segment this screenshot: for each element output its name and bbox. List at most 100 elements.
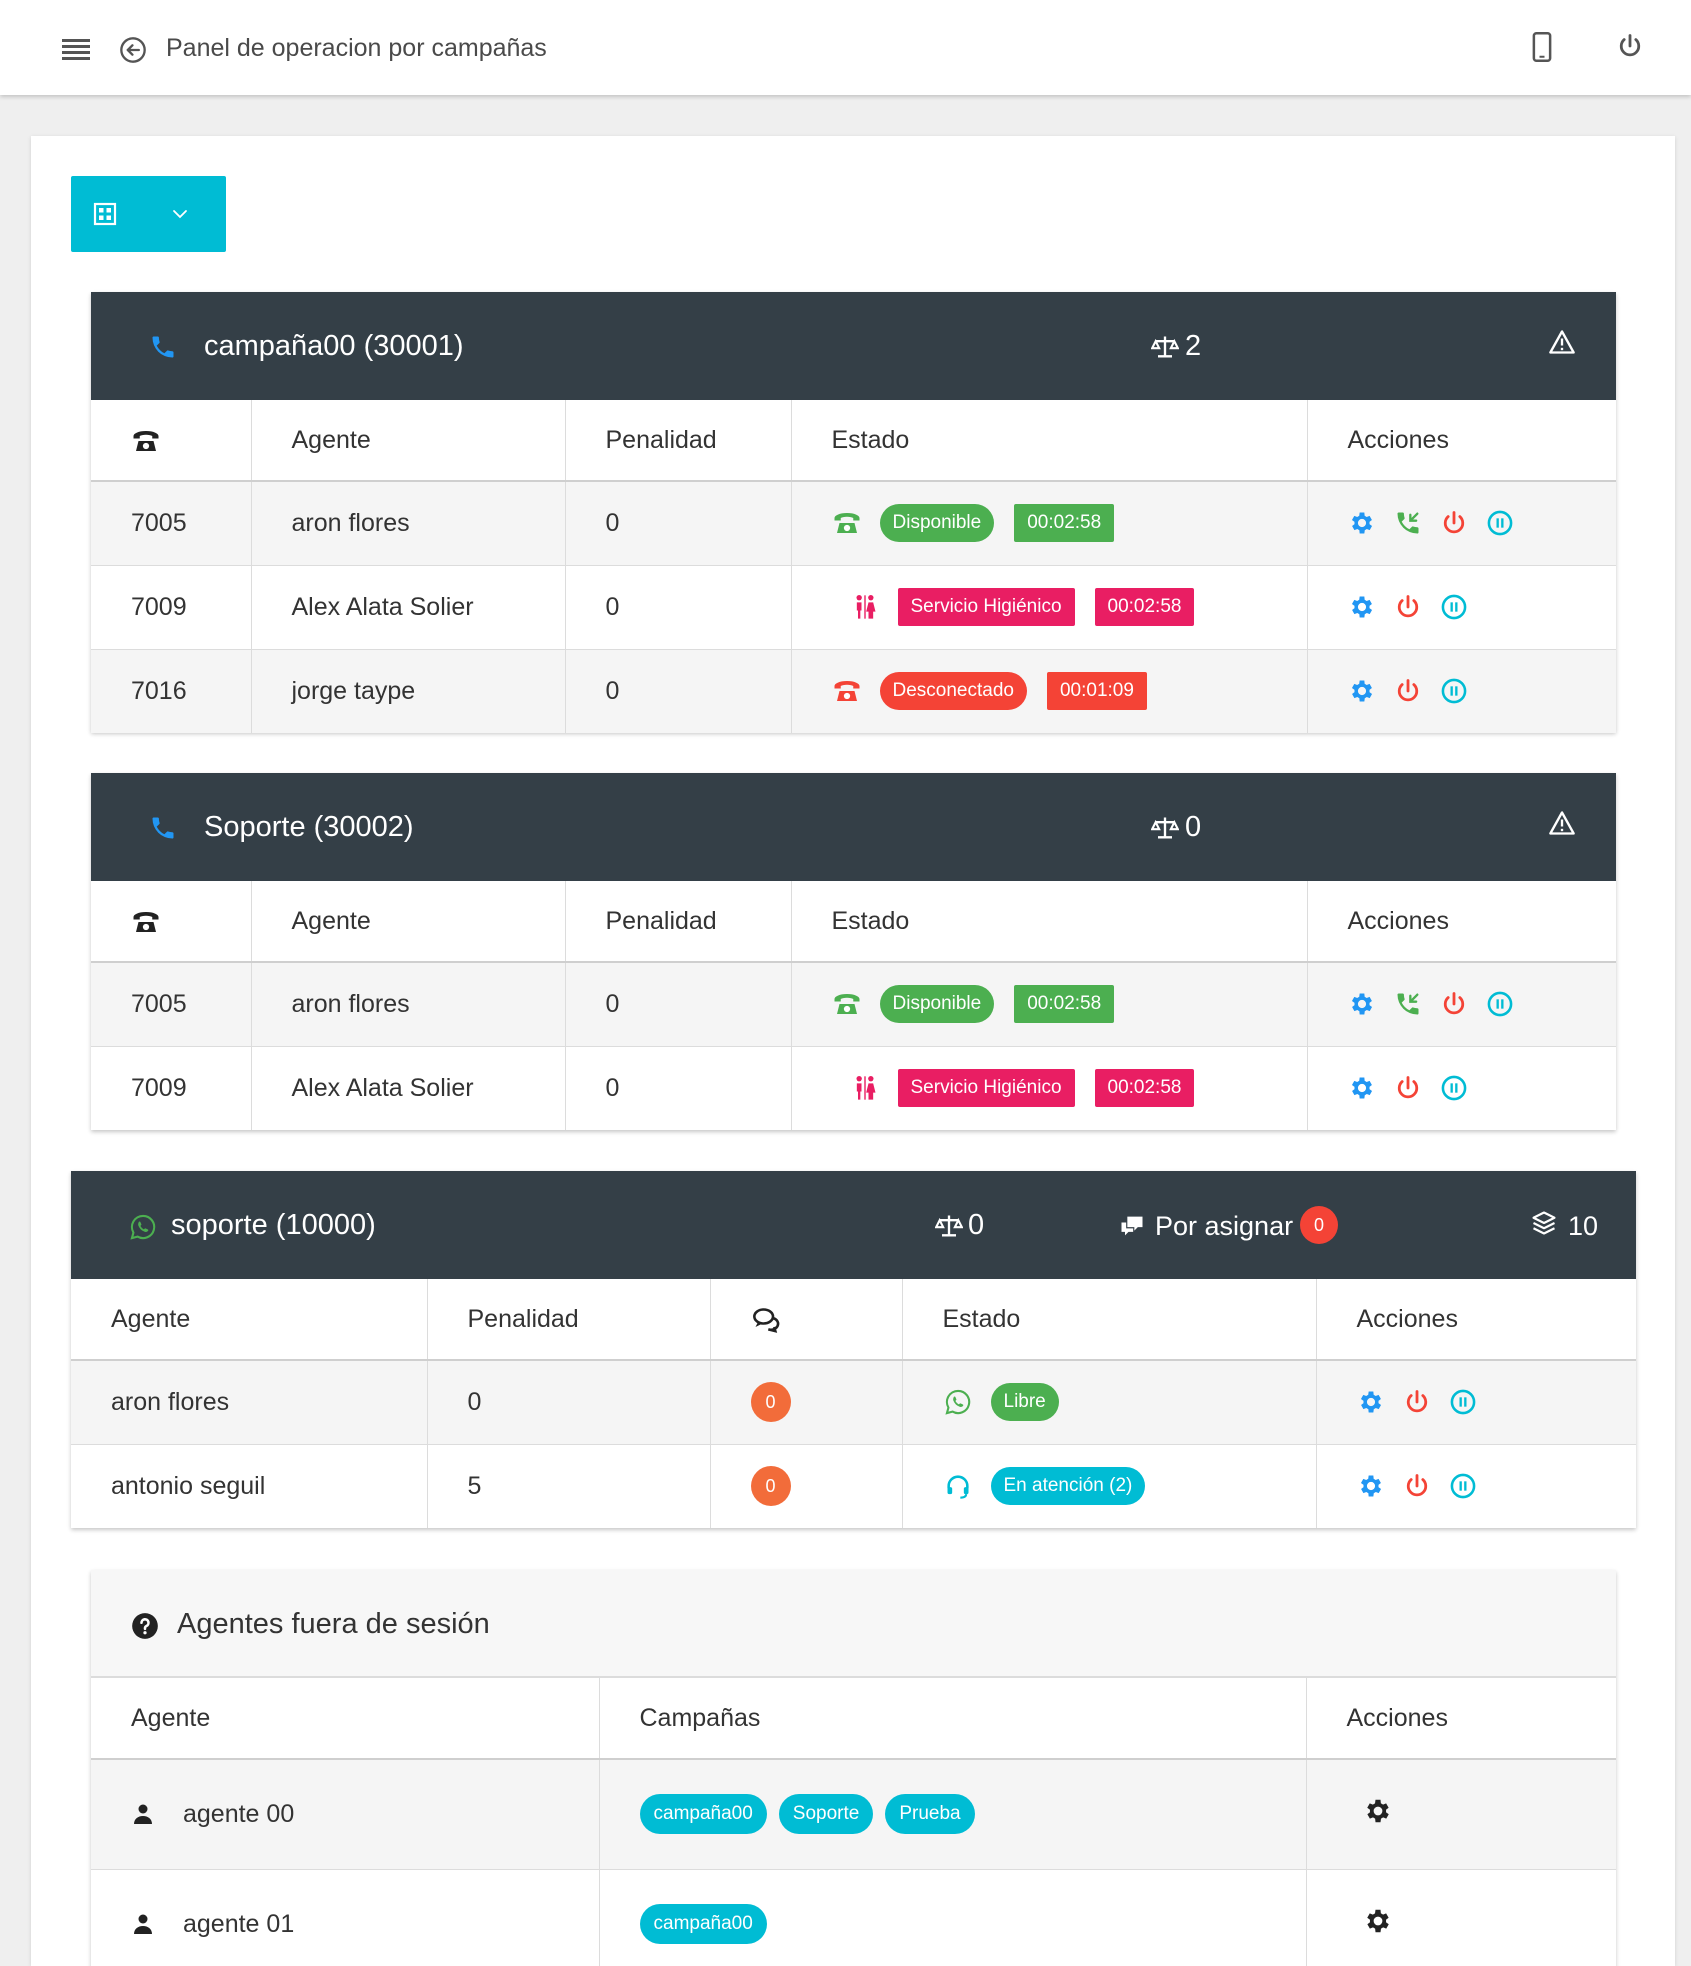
actions-column-header: Acciones xyxy=(1356,1304,1458,1333)
mobile-phone-icon[interactable] xyxy=(1531,32,1553,62)
gear-icon[interactable] xyxy=(1348,509,1376,537)
actions-cell xyxy=(1306,1869,1616,1966)
grid-view-icon xyxy=(93,202,117,226)
restroom-icon xyxy=(850,1074,880,1102)
telephone-icon xyxy=(832,677,862,705)
actions-column-header: Acciones xyxy=(1347,425,1449,454)
penalty-column-header: Penalidad xyxy=(565,881,792,962)
whatsapp-header: soporte (10000) 0 Por asignar 0 10 xyxy=(71,1171,1636,1279)
campaign-tag: campaña00 xyxy=(639,1794,767,1835)
gear-icon[interactable] xyxy=(1348,990,1376,1018)
pause-icon[interactable] xyxy=(1440,677,1468,705)
timer-badge: 00:02:58 xyxy=(1014,504,1115,543)
status-badge: Desconectado xyxy=(879,672,1027,711)
chats-count-badge: 0 xyxy=(750,1382,791,1423)
gear-icon[interactable] xyxy=(1348,1074,1376,1102)
table-row: 7009 Alex Alata Solier 0 Servicio Higién… xyxy=(91,1046,1616,1130)
balance-count: 0 xyxy=(968,1209,985,1241)
power-icon[interactable] xyxy=(1394,677,1422,705)
status-badge: En atención (2) xyxy=(990,1467,1146,1506)
power-icon[interactable] xyxy=(1394,593,1422,621)
actions-cell xyxy=(1307,1046,1616,1130)
actions-cell xyxy=(1316,1360,1636,1444)
actions-cell xyxy=(1307,481,1616,565)
balance-scale-icon xyxy=(1151,333,1179,361)
unassigned-label: Por asignar xyxy=(1155,1211,1294,1241)
chats-cell: 0 xyxy=(710,1444,903,1528)
actions-cell xyxy=(1307,962,1616,1046)
penalty: 0 xyxy=(565,481,792,565)
balance-scale-icon xyxy=(935,1212,963,1240)
gear-icon[interactable] xyxy=(1363,1796,1393,1826)
telephone-icon xyxy=(832,509,862,537)
layers-count: 10 xyxy=(1568,1211,1599,1241)
menu-icon[interactable] xyxy=(62,38,90,60)
power-icon[interactable] xyxy=(1440,509,1468,537)
agent-column-header: Agente xyxy=(91,1678,600,1759)
offline-agents-table: Agente Campañas Acciones agente 00 campa… xyxy=(91,1678,1616,1966)
power-icon[interactable] xyxy=(1403,1388,1431,1416)
gear-icon[interactable] xyxy=(1357,1388,1385,1416)
back-arrow-icon[interactable] xyxy=(119,36,147,64)
campaign-title: Soporte (30002) xyxy=(204,811,414,843)
campaign-tag: campaña00 xyxy=(639,1904,767,1945)
penalty: 5 xyxy=(427,1444,711,1528)
power-icon[interactable] xyxy=(1403,1472,1431,1500)
pause-icon[interactable] xyxy=(1486,509,1514,537)
pause-icon[interactable] xyxy=(1449,1472,1477,1500)
headset-icon xyxy=(943,1472,973,1500)
penalty: 0 xyxy=(565,649,792,733)
campaign-panel: Soporte (30002) 0 Agente Penalidad Estad… xyxy=(91,773,1616,1130)
gear-icon[interactable] xyxy=(1363,1906,1393,1936)
power-icon[interactable] xyxy=(1394,1074,1422,1102)
warning-icon[interactable] xyxy=(1548,809,1576,837)
call-in-icon[interactable] xyxy=(1394,990,1422,1018)
state-cell: Desconectado 00:01:09 xyxy=(791,649,1308,733)
pause-icon[interactable] xyxy=(1449,1388,1477,1416)
extension-column-header xyxy=(91,881,252,962)
pause-icon[interactable] xyxy=(1486,990,1514,1018)
penalty: 0 xyxy=(427,1360,711,1444)
pause-icon[interactable] xyxy=(1440,1074,1468,1102)
agent-name: antonio seguil xyxy=(71,1444,428,1528)
actions-cell xyxy=(1307,565,1616,649)
warning-icon[interactable] xyxy=(1548,328,1576,356)
status-badge: Disponible xyxy=(879,504,995,543)
top-bar: Panel de operacion por campañas xyxy=(0,0,1691,95)
power-icon[interactable] xyxy=(1440,990,1468,1018)
extension: 7005 xyxy=(91,962,252,1046)
extension-column-header xyxy=(91,400,252,481)
penalty-column-header: Penalidad xyxy=(427,1279,711,1360)
agent-name: agente 00 xyxy=(183,1799,295,1828)
agents-table: Agente Penalidad Estado Acciones 7005 ar… xyxy=(91,400,1616,733)
campaign-tag: Soporte xyxy=(778,1794,874,1835)
table-row: 7009 Alex Alata Solier 0 Servicio Higién… xyxy=(91,565,1616,649)
gear-icon[interactable] xyxy=(1348,677,1376,705)
state-column-header: Estado xyxy=(902,1279,1317,1360)
agent-name: agente 01 xyxy=(183,1909,295,1938)
call-in-icon[interactable] xyxy=(1394,509,1422,537)
telephone-icon xyxy=(832,990,862,1018)
telephone-icon xyxy=(131,427,161,455)
logout-power-icon[interactable] xyxy=(1616,32,1644,60)
actions-cell xyxy=(1306,1759,1616,1869)
agent-column-header: Agente xyxy=(71,1279,428,1360)
whatsapp-icon xyxy=(943,1388,973,1416)
gear-icon[interactable] xyxy=(1357,1472,1385,1500)
gear-icon[interactable] xyxy=(1348,593,1376,621)
extension: 7016 xyxy=(91,649,252,733)
actions-column-header: Acciones xyxy=(1346,1703,1448,1732)
view-selector-button[interactable] xyxy=(71,176,226,252)
page-title: Panel de operacion por campañas xyxy=(166,34,547,62)
offline-agents-title: Agentes fuera de sesión xyxy=(177,1608,490,1640)
agent-name: aron flores xyxy=(71,1360,428,1444)
agent-name: Alex Alata Solier xyxy=(251,565,566,649)
state-cell: Disponible 00:02:58 xyxy=(791,481,1308,565)
status-badge: Servicio Higiénico xyxy=(897,1069,1075,1108)
agent-column-header: Agente xyxy=(251,881,566,962)
chats-count-badge: 0 xyxy=(750,1466,791,1507)
pause-icon[interactable] xyxy=(1440,593,1468,621)
phone-icon xyxy=(149,333,177,361)
campaigns-cell: campaña00 Soporte Prueba xyxy=(599,1759,1307,1869)
penalty: 0 xyxy=(565,962,792,1046)
